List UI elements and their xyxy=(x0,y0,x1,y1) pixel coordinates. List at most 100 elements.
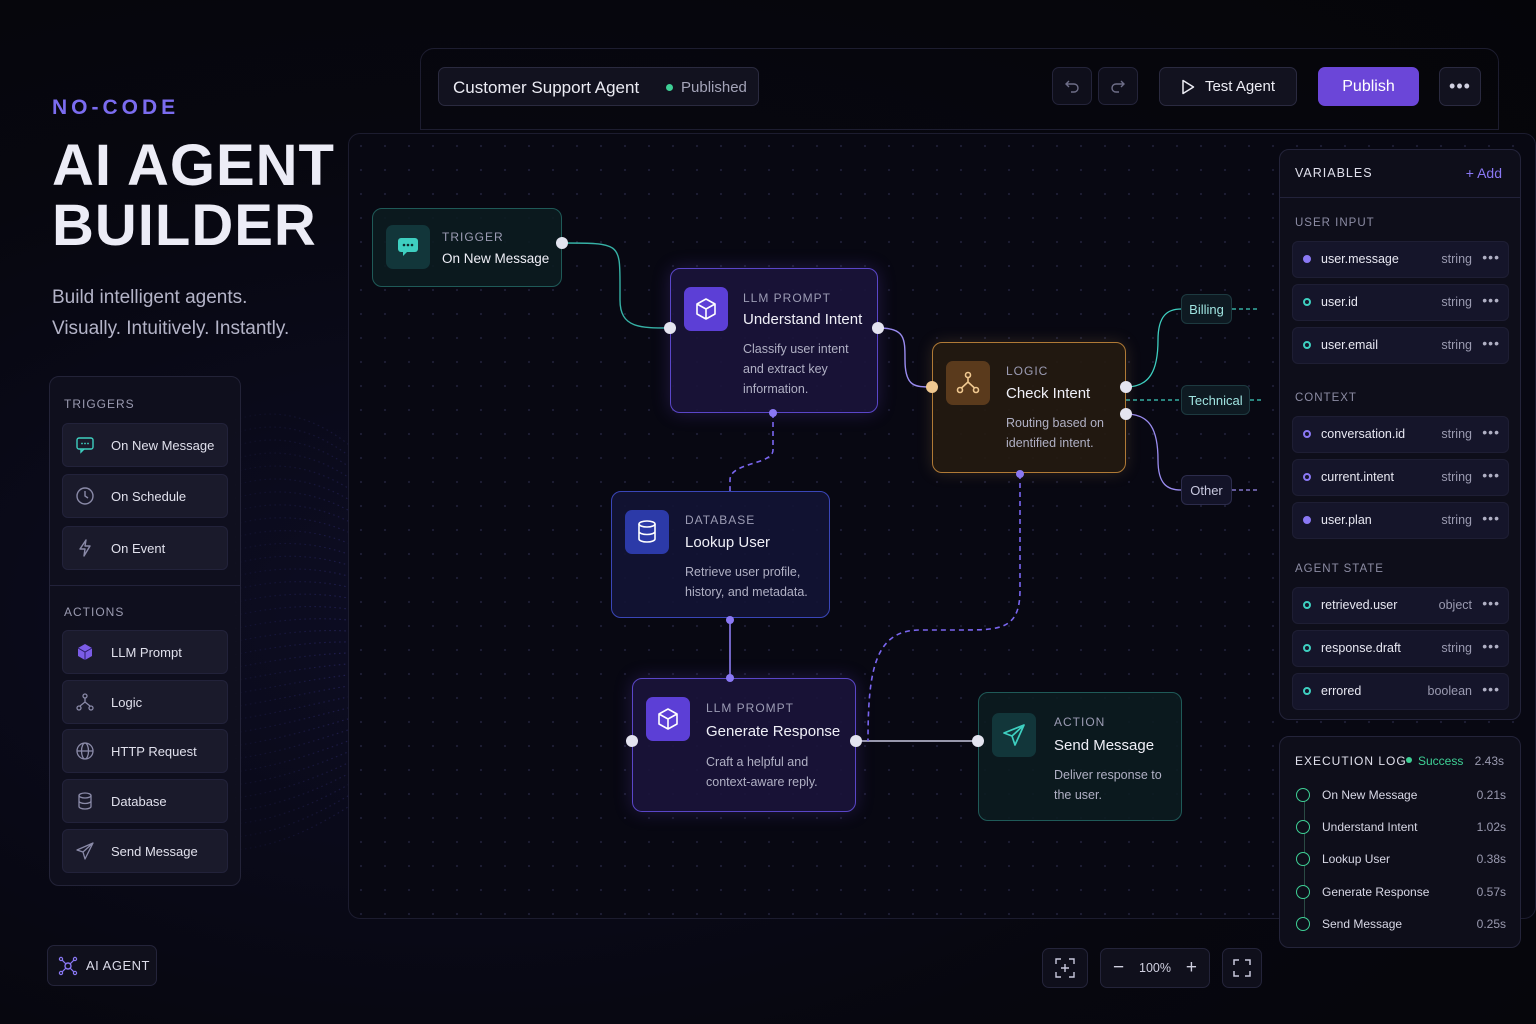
node-description: Craft a helpful and context-aware reply. xyxy=(706,752,818,792)
bottom-port[interactable] xyxy=(1016,470,1024,478)
branch-billing[interactable]: Billing xyxy=(1181,294,1232,324)
variable-row[interactable]: user.message string ••• xyxy=(1292,241,1509,278)
log-step[interactable]: Send Message 0.25s xyxy=(1296,915,1506,935)
zoom-control: − 100% + xyxy=(1100,948,1210,988)
desc-line: information. xyxy=(743,382,809,396)
log-step-name: Understand Intent xyxy=(1322,820,1418,834)
branch-technical[interactable]: Technical xyxy=(1181,385,1250,415)
node-send-message[interactable]: ACTION Send Message Deliver response to … xyxy=(978,692,1182,821)
variable-row[interactable]: current.intent string ••• xyxy=(1292,459,1509,496)
input-port[interactable] xyxy=(926,381,938,393)
node-check-intent[interactable]: LOGIC Check Intent Routing based on iden… xyxy=(932,342,1126,473)
zoom-in-button[interactable]: + xyxy=(1186,957,1197,979)
variable-dot xyxy=(1303,516,1311,524)
badge-label: AI AGENT xyxy=(86,958,150,973)
node-description: Deliver response to the user. xyxy=(1054,765,1162,805)
database-icon xyxy=(625,510,669,554)
node-lookup-user[interactable]: DATABASE Lookup User Retrieve user profi… xyxy=(611,491,830,618)
variable-row[interactable]: user.id string ••• xyxy=(1292,284,1509,321)
desc-line: the user. xyxy=(1054,788,1102,802)
desc-line: history, and metadata. xyxy=(685,585,808,599)
branch-other[interactable]: Other xyxy=(1181,475,1232,505)
edge-check-billing xyxy=(1125,308,1182,388)
log-step-name: Send Message xyxy=(1322,917,1403,931)
desc-line: identified intent. xyxy=(1006,436,1094,450)
input-port[interactable] xyxy=(664,322,676,334)
variable-name: user.email xyxy=(1321,338,1378,352)
node-description: Classify user intent and extract key inf… xyxy=(743,339,849,399)
log-step-name: Lookup User xyxy=(1322,852,1391,866)
variable-name: retrieved.user xyxy=(1321,598,1398,612)
output-port-other[interactable] xyxy=(1120,408,1132,420)
node-type: DATABASE xyxy=(685,513,756,527)
execution-total-time: 2.43s xyxy=(1474,754,1504,768)
variable-dot xyxy=(1303,255,1311,263)
node-generate-response[interactable]: LLM PROMPT Generate Response Craft a hel… xyxy=(632,678,856,812)
variable-type: string xyxy=(1441,338,1472,352)
variable-row[interactable]: user.email string ••• xyxy=(1292,327,1509,364)
send-icon xyxy=(992,713,1036,757)
chat-icon xyxy=(386,225,430,269)
fit-view-button[interactable] xyxy=(1042,948,1088,988)
bottom-port[interactable] xyxy=(726,616,734,624)
node-trigger-on-new-message[interactable]: TRIGGER On New Message xyxy=(372,208,562,287)
more-icon[interactable]: ••• xyxy=(1482,510,1500,526)
check-icon xyxy=(1296,885,1310,899)
log-step-time: 0.21s xyxy=(1476,788,1506,802)
log-step[interactable]: Generate Response 0.57s xyxy=(1296,883,1506,903)
bottom-port[interactable] xyxy=(769,409,777,417)
output-port[interactable] xyxy=(556,237,568,249)
more-icon[interactable]: ••• xyxy=(1482,249,1500,265)
more-icon[interactable]: ••• xyxy=(1482,595,1500,611)
log-step[interactable]: Lookup User 0.38s xyxy=(1296,850,1506,870)
ai-agent-badge[interactable]: AI AGENT xyxy=(47,945,157,986)
edge-check-other xyxy=(1125,413,1182,491)
top-port[interactable] xyxy=(726,674,734,682)
variable-name: user.plan xyxy=(1321,513,1372,527)
node-understand-intent[interactable]: LLM PROMPT Understand Intent Classify us… xyxy=(670,268,878,413)
branch-icon xyxy=(946,361,990,405)
input-port[interactable] xyxy=(972,735,984,747)
execution-log-panel: EXECUTION LOG Success 2.43s On New Messa… xyxy=(1279,736,1521,948)
check-icon xyxy=(1296,852,1310,866)
edge-trigger-understand xyxy=(561,242,671,329)
variable-type: string xyxy=(1441,427,1472,441)
more-icon[interactable]: ••• xyxy=(1482,424,1500,440)
variable-row[interactable]: errored boolean ••• xyxy=(1292,673,1509,710)
node-title: Send Message xyxy=(1054,737,1155,754)
variable-row[interactable]: retrieved.user object ••• xyxy=(1292,587,1509,624)
variable-row[interactable]: response.draft string ••• xyxy=(1292,630,1509,667)
more-icon[interactable]: ••• xyxy=(1482,335,1500,351)
output-port-billing[interactable] xyxy=(1120,381,1132,393)
more-icon[interactable]: ••• xyxy=(1482,292,1500,308)
node-description: Routing based on identified intent. xyxy=(1006,413,1104,453)
fullscreen-button[interactable] xyxy=(1222,948,1262,988)
variables-panel: VARIABLES + Add USER INPUT user.message … xyxy=(1279,149,1521,720)
cube-icon xyxy=(684,287,728,331)
desc-line: Classify user intent xyxy=(743,342,849,356)
node-type: TRIGGER xyxy=(442,230,504,244)
var-section-heading: CONTEXT xyxy=(1295,392,1357,404)
log-step[interactable]: On New Message 0.21s xyxy=(1296,786,1506,806)
panel-divider xyxy=(1280,197,1520,198)
output-port[interactable] xyxy=(850,735,862,747)
node-title: Understand Intent xyxy=(743,311,863,328)
add-variable-button[interactable]: + Add xyxy=(1466,165,1502,181)
check-icon xyxy=(1296,820,1310,834)
input-port[interactable] xyxy=(626,735,638,747)
desc-line: Craft a helpful and xyxy=(706,755,809,769)
more-icon[interactable]: ••• xyxy=(1482,638,1500,654)
variable-row[interactable]: user.plan string ••• xyxy=(1292,502,1509,539)
node-type: ACTION xyxy=(1054,715,1106,729)
log-step[interactable]: Understand Intent 1.02s xyxy=(1296,818,1506,838)
zoom-out-button[interactable]: − xyxy=(1113,957,1124,979)
output-port[interactable] xyxy=(872,322,884,334)
variables-title: VARIABLES xyxy=(1295,166,1373,180)
var-section-heading: AGENT STATE xyxy=(1295,563,1384,575)
more-icon[interactable]: ••• xyxy=(1482,681,1500,697)
zoom-level: 100% xyxy=(1139,961,1171,975)
more-icon[interactable]: ••• xyxy=(1482,467,1500,483)
variable-row[interactable]: conversation.id string ••• xyxy=(1292,416,1509,453)
variable-type: boolean xyxy=(1427,684,1473,698)
check-icon xyxy=(1296,788,1310,802)
